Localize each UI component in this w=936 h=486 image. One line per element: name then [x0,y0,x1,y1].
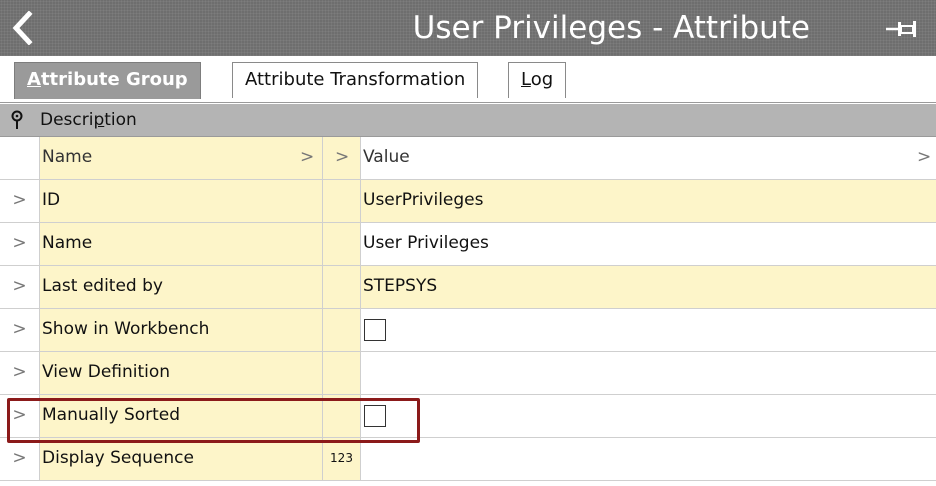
table-row-display-sequence[interactable]: > Display Sequence 123 [0,438,936,481]
row-expand-chevron-icon[interactable]: > [0,309,40,351]
tab-label: og [530,69,554,90]
highlight-box [7,398,420,443]
value-header-label: Value [363,147,410,167]
tab-label: ttribute Group [40,69,188,90]
back-button[interactable] [4,10,40,46]
tab-label: Attribute Transformation [245,69,466,90]
table-row-last-edited-by[interactable]: > Last edited by STEPSYS [0,266,936,309]
row-type [323,309,361,351]
row-value: STEPSYS [361,266,936,308]
table-row-view-definition[interactable]: > View Definition [0,352,936,395]
expand-column-header [0,137,40,179]
row-type [323,180,361,222]
row-expand-chevron-icon[interactable]: > [0,352,40,394]
row-name: Show in Workbench [40,309,323,351]
name-sort-chevron-icon[interactable]: > [300,137,314,178]
row-type [323,352,361,394]
row-value[interactable]: UserPrivileges [361,180,936,222]
row-value[interactable]: User Privileges [361,223,936,265]
row-name: View Definition [40,352,323,394]
name-column-header[interactable]: Name > [40,137,323,179]
row-value-cell [361,309,936,351]
value-column-header[interactable]: Value > [361,137,936,179]
table-row-name[interactable]: > Name User Privileges [0,223,936,266]
row-type [323,266,361,308]
row-name: Name [40,223,323,265]
name-header-label: Name [42,147,93,167]
row-value[interactable] [361,438,936,480]
section-title: Description [40,110,137,130]
title-bar: User Privileges - Attribute [0,0,936,56]
row-name: Last edited by [40,266,323,308]
row-expand-chevron-icon[interactable]: > [0,438,40,480]
tab-attribute-transformation[interactable]: Attribute Transformation [232,62,479,98]
row-expand-chevron-icon[interactable]: > [0,223,40,265]
row-expand-chevron-icon[interactable]: > [0,180,40,222]
table-row-id[interactable]: > ID UserPrivileges [0,180,936,223]
tab-label-mnemonic: A [27,69,41,90]
row-expand-chevron-icon[interactable]: > [0,266,40,308]
pin-icon [886,21,916,37]
chevron-left-icon [12,11,33,45]
tab-strip: Attribute Group Attribute Transformation… [0,56,936,103]
row-name: ID [40,180,323,222]
description-section-header[interactable]: Description [0,104,936,137]
numeric-type-icon: 123 [323,438,361,480]
pushpin-icon [11,110,23,129]
type-sort-chevron-icon[interactable]: > [335,137,349,178]
row-value[interactable] [361,352,936,394]
row-type [323,223,361,265]
table-row-show-in-workbench[interactable]: > Show in Workbench [0,309,936,352]
row-name: Display Sequence [40,438,323,480]
window-title: User Privileges - Attribute [412,10,810,46]
tab-log[interactable]: Log [508,62,567,98]
type-column-header[interactable]: > [323,137,361,179]
tab-label-mnemonic: L [521,69,531,90]
row-value-cell [361,395,936,437]
value-sort-chevron-icon[interactable]: > [917,137,931,178]
tab-attribute-group[interactable]: Attribute Group [14,62,201,99]
pin-button[interactable] [884,18,924,40]
show-in-workbench-checkbox[interactable] [364,319,386,341]
table-header-row: Name > > Value > [0,137,936,180]
